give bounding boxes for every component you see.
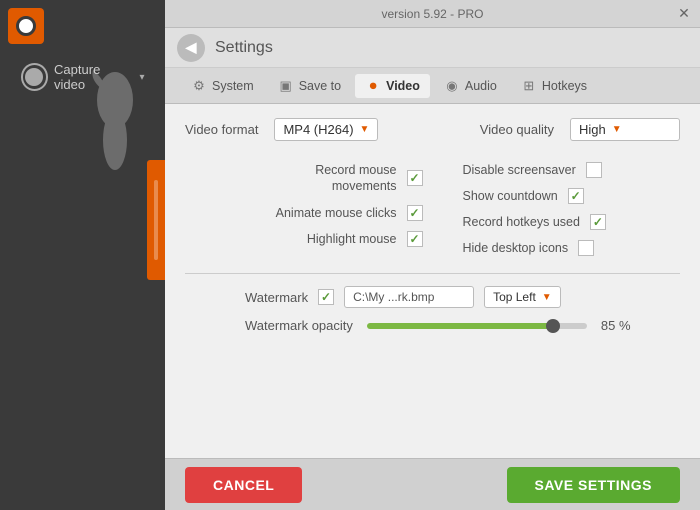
video-format-value: MP4 (H264) [283,122,353,137]
option-hide-desktop: Hide desktop icons [433,235,681,261]
opacity-slider-thumb[interactable] [546,319,560,333]
hotkeys-icon: ⊞ [521,78,537,94]
right-options: Disable screensaver Show countdown Recor… [433,157,681,261]
divider [185,273,680,274]
tab-system[interactable]: ⚙ System [181,74,264,98]
tab-video[interactable]: ⏺ Video [355,74,430,98]
option-show-countdown: Show countdown [433,183,681,209]
brand-bird-icon [85,60,145,180]
record-mouse-label: Record mousemovements [315,162,396,195]
format-dropdown-arrow-icon: ▼ [360,124,370,135]
option-disable-screensaver: Disable screensaver [433,157,681,183]
animate-mouse-label: Animate mouse clicks [276,206,397,220]
settings-tabs: ⚙ System ▣ Save to ⏺ Video ◉ Audio ⊞ Hot… [165,68,700,104]
cancel-button[interactable]: CANCEL [185,467,302,503]
audio-icon: ◉ [444,78,460,94]
watermark-position-dropdown[interactable]: Top Left ▼ [484,286,561,308]
disable-screensaver-checkbox[interactable] [586,162,602,178]
watermark-label: Watermark [245,290,308,305]
main-content: version 5.92 - PRO ✕ ◀ Settings ⚙ System… [165,0,700,510]
close-button[interactable]: ✕ [676,6,692,22]
watermark-path-display: C:\My ...rk.bmp [344,286,474,308]
option-record-mouse: Record mousemovements [185,157,433,200]
hide-desktop-label: Hide desktop icons [463,241,569,255]
tab-system-label: System [212,79,254,93]
bottom-bar: CANCEL SAVE SETTINGS [165,458,700,510]
save-settings-button[interactable]: SAVE SETTINGS [507,467,680,503]
format-quality-row: Video format MP4 (H264) ▼ Video quality … [185,118,680,141]
tab-hotkeys[interactable]: ⊞ Hotkeys [511,74,597,98]
tab-hotkeys-label: Hotkeys [542,79,587,93]
video-format-label: Video format [185,122,258,137]
tab-save-to[interactable]: ▣ Save to [268,74,351,98]
option-highlight-mouse: Highlight mouse [185,226,433,252]
video-icon: ⏺ [365,78,381,94]
watermark-position-value: Top Left [493,290,536,304]
video-quality-dropdown[interactable]: High ▼ [570,118,680,141]
watermark-checkbox[interactable] [318,289,334,305]
settings-header: ◀ Settings [165,28,700,68]
disable-screensaver-label: Disable screensaver [463,163,576,177]
tab-save-to-label: Save to [299,79,341,93]
show-countdown-checkbox[interactable] [568,188,584,204]
show-countdown-label: Show countdown [463,189,558,203]
video-quality-value: High [579,122,606,137]
logo-inner [16,16,36,36]
record-mouse-checkbox[interactable] [407,170,423,186]
save-to-icon: ▣ [278,78,294,94]
watermark-pos-arrow-icon: ▼ [542,292,552,303]
header-title: Settings [215,39,273,57]
video-quality-label: Video quality [480,122,554,137]
opacity-row: Watermark opacity 85 % [245,318,680,333]
quality-dropdown-arrow-icon: ▼ [612,124,622,135]
record-hotkeys-checkbox[interactable] [590,214,606,230]
version-text: version 5.92 - PRO [381,7,483,21]
video-format-dropdown[interactable]: MP4 (H264) ▼ [274,118,378,141]
hide-desktop-checkbox[interactable] [578,240,594,256]
capture-circle [21,63,49,91]
tab-audio-label: Audio [465,79,497,93]
opacity-slider[interactable] [367,323,587,329]
back-icon: ◀ [186,39,197,56]
system-icon: ⚙ [191,78,207,94]
opacity-value: 85 % [601,318,636,333]
option-animate-mouse: Animate mouse clicks [185,200,433,226]
option-record-hotkeys: Record hotkeys used [433,209,681,235]
sidebar: Capture video ▾ [0,0,165,510]
tab-video-label: Video [386,79,420,93]
opacity-label: Watermark opacity [245,318,353,333]
options-grid: Record mousemovements Animate mouse clic… [185,157,680,261]
sidebar-decoration [147,160,165,280]
capture-dot [25,68,43,86]
back-button[interactable]: ◀ [177,34,205,62]
record-hotkeys-label: Record hotkeys used [463,215,580,229]
tab-audio[interactable]: ◉ Audio [434,74,507,98]
titlebar: version 5.92 - PRO ✕ [165,0,700,28]
highlight-mouse-label: Highlight mouse [307,232,397,246]
left-options: Record mousemovements Animate mouse clic… [185,157,433,261]
animate-mouse-checkbox[interactable] [407,205,423,221]
highlight-mouse-checkbox[interactable] [407,231,423,247]
video-settings-content: Video format MP4 (H264) ▼ Video quality … [165,104,700,458]
watermark-row: Watermark C:\My ...rk.bmp Top Left ▼ [185,286,680,308]
app-logo [8,8,44,44]
app-window: Capture video ▾ version 5.92 - PRO ✕ ◀ S… [0,0,700,510]
